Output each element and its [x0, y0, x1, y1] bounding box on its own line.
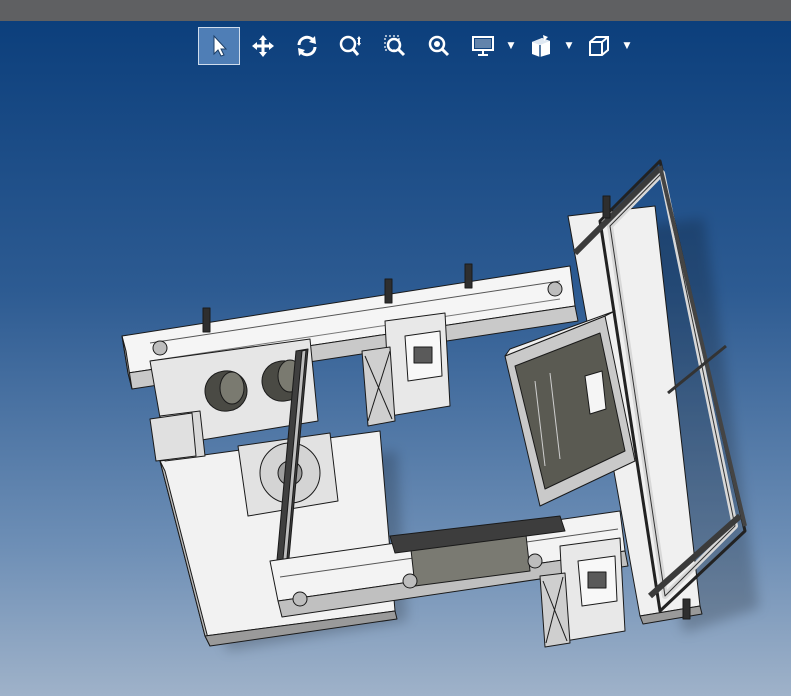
- rotate-tool-button[interactable]: [286, 27, 328, 65]
- zoom-fit-button[interactable]: [418, 27, 460, 65]
- 3d-viewport[interactable]: ▼ ▼ ▼: [0, 21, 791, 696]
- section-view-button[interactable]: [520, 27, 562, 65]
- view-orientation-group: ▼: [578, 27, 634, 65]
- zoom-area-button[interactable]: [374, 27, 416, 65]
- zoom-in-out-icon: [339, 35, 361, 56]
- display-style-button[interactable]: [462, 27, 504, 65]
- display-style-group: ▼: [462, 27, 518, 65]
- section-view-icon: [532, 35, 550, 57]
- select-arrow-icon: [213, 34, 228, 57]
- view-cube-icon: [589, 36, 609, 56]
- zoom-area-icon: [384, 35, 406, 57]
- chevron-down-icon: ▼: [565, 41, 573, 51]
- pan-tool-button[interactable]: [242, 27, 284, 65]
- zoom-in-out-button[interactable]: [330, 27, 372, 65]
- pan-move-icon: [252, 35, 274, 57]
- cad-assembly-model[interactable]: [0, 21, 791, 696]
- section-view-dropdown[interactable]: ▼: [562, 27, 576, 65]
- select-tool-button[interactable]: [198, 27, 240, 65]
- display-monitor-icon: [472, 36, 494, 56]
- chevron-down-icon: ▼: [623, 41, 631, 51]
- window-titlebar: [0, 0, 791, 21]
- zoom-fit-icon: [428, 35, 450, 57]
- display-style-dropdown[interactable]: ▼: [504, 27, 518, 65]
- view-toolbar: ▼ ▼ ▼: [198, 24, 634, 68]
- view-orientation-dropdown[interactable]: ▼: [620, 27, 634, 65]
- view-orientation-button[interactable]: [578, 27, 620, 65]
- chevron-down-icon: ▼: [507, 41, 515, 51]
- rotate-icon: [297, 35, 317, 57]
- section-view-group: ▼: [520, 27, 576, 65]
